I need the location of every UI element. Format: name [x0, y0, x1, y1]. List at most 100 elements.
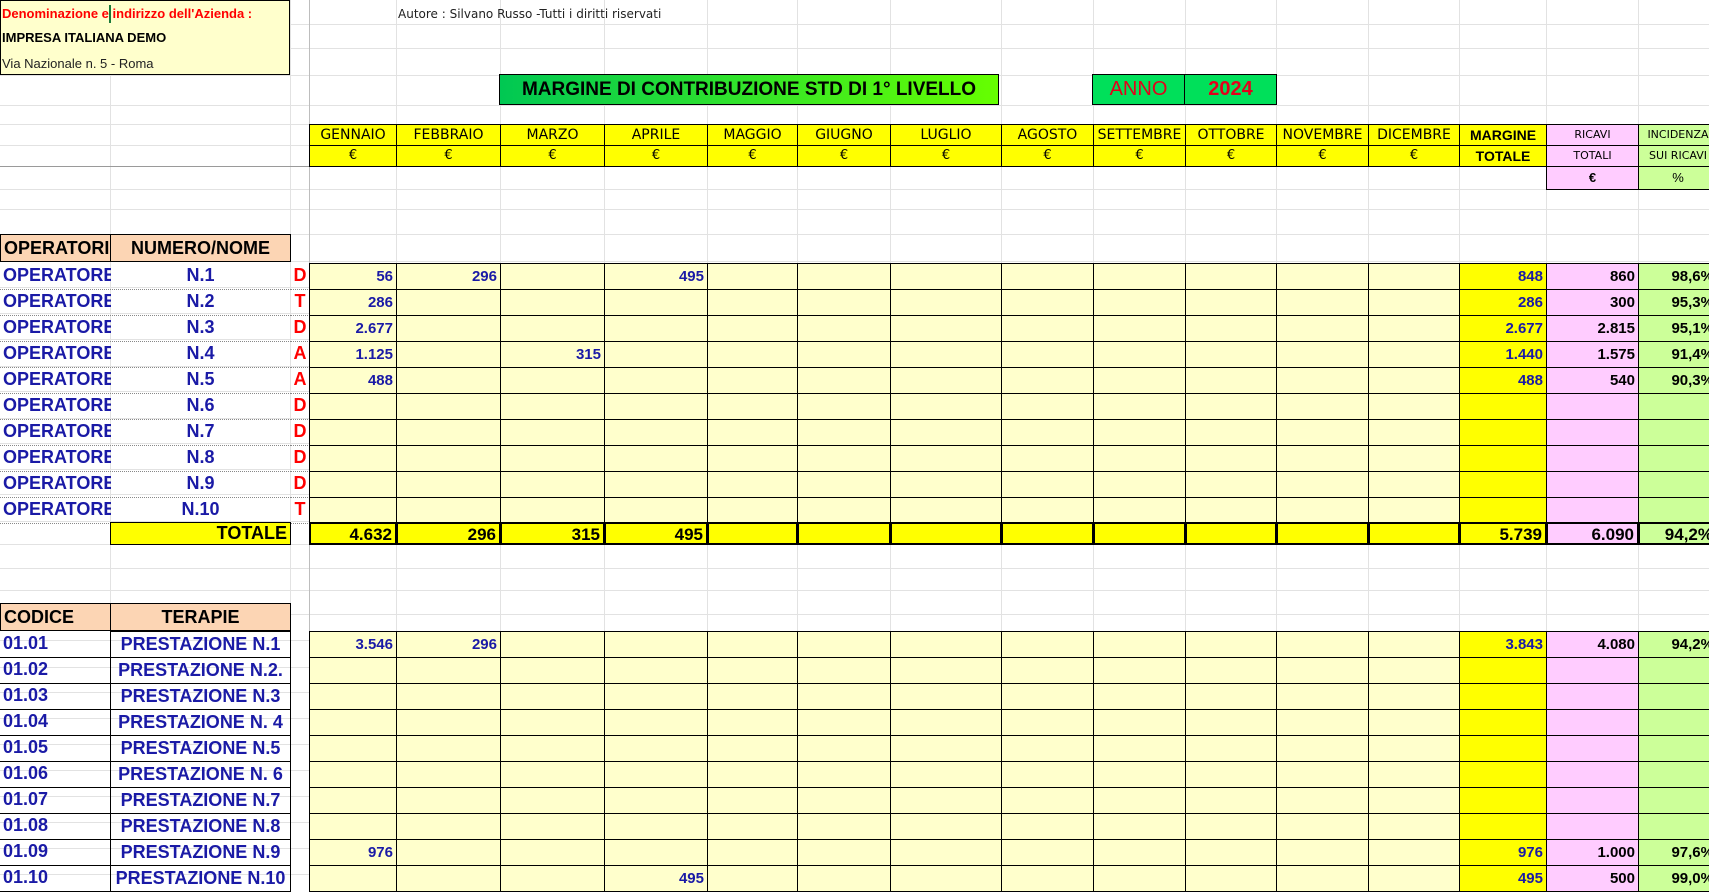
therapy-month-cell[interactable]	[500, 813, 605, 840]
operator-month-cell[interactable]	[396, 497, 501, 524]
therapy-month-cell[interactable]	[1185, 657, 1277, 684]
operator-month-cell[interactable]: 315	[500, 341, 605, 368]
operator-month-cell[interactable]	[500, 315, 605, 342]
therapy-month-cell[interactable]	[604, 839, 708, 866]
therapy-month-cell[interactable]	[1276, 709, 1369, 736]
operator-month-cell[interactable]	[396, 419, 501, 446]
therapy-month-cell[interactable]	[309, 787, 397, 814]
operator-month-cell[interactable]	[1276, 393, 1369, 420]
operator-month-cell[interactable]	[890, 393, 1002, 420]
therapy-month-cell[interactable]	[1001, 865, 1094, 892]
operator-month-cell[interactable]	[1368, 263, 1460, 290]
operator-month-cell[interactable]	[797, 289, 891, 316]
therapy-month-cell[interactable]	[797, 761, 891, 788]
operator-month-cell[interactable]	[1185, 497, 1277, 524]
operator-month-cell[interactable]	[1185, 341, 1277, 368]
operator-month-cell[interactable]	[500, 471, 605, 498]
therapy-month-cell[interactable]	[1185, 839, 1277, 866]
operator-month-cell[interactable]	[890, 289, 1002, 316]
operator-month-cell[interactable]	[604, 393, 708, 420]
therapy-month-cell[interactable]	[500, 735, 605, 762]
operator-month-cell[interactable]	[1093, 419, 1186, 446]
operator-month-cell[interactable]	[1276, 471, 1369, 498]
therapy-month-cell[interactable]	[1185, 709, 1277, 736]
operator-month-cell[interactable]	[1276, 497, 1369, 524]
therapy-month-cell[interactable]	[396, 657, 501, 684]
operator-month-cell[interactable]	[797, 367, 891, 394]
operator-mark[interactable]: A	[290, 367, 310, 394]
operator-month-cell[interactable]	[707, 263, 798, 290]
operator-month-cell[interactable]	[604, 419, 708, 446]
therapy-month-cell[interactable]	[707, 657, 798, 684]
operator-month-cell[interactable]	[1185, 471, 1277, 498]
therapy-month-cell[interactable]	[309, 865, 397, 892]
therapy-month-cell[interactable]	[890, 865, 1002, 892]
therapy-month-cell[interactable]	[396, 813, 501, 840]
operator-month-cell[interactable]	[1093, 315, 1186, 342]
therapy-month-cell[interactable]	[500, 865, 605, 892]
therapy-month-cell[interactable]	[1368, 683, 1460, 710]
operator-month-cell[interactable]: 286	[309, 289, 397, 316]
therapy-month-cell[interactable]	[604, 683, 708, 710]
operator-month-cell[interactable]	[1001, 341, 1094, 368]
therapy-month-cell[interactable]	[890, 657, 1002, 684]
operator-month-cell[interactable]	[1093, 263, 1186, 290]
therapy-month-cell[interactable]	[1093, 839, 1186, 866]
operator-month-cell[interactable]	[604, 445, 708, 472]
therapy-month-cell[interactable]	[604, 657, 708, 684]
operator-month-cell[interactable]	[1001, 315, 1094, 342]
operator-month-cell[interactable]	[890, 263, 1002, 290]
operator-month-cell[interactable]	[500, 497, 605, 524]
therapy-month-cell[interactable]	[797, 631, 891, 658]
operator-month-cell[interactable]	[1093, 445, 1186, 472]
operator-month-cell[interactable]	[1368, 367, 1460, 394]
operator-mark[interactable]: D	[290, 445, 310, 472]
therapy-month-cell[interactable]	[890, 709, 1002, 736]
operator-mark[interactable]: D	[290, 263, 310, 290]
therapy-month-cell[interactable]	[1368, 631, 1460, 658]
operator-mark[interactable]: D	[290, 393, 310, 420]
operator-month-cell[interactable]	[1276, 289, 1369, 316]
therapy-month-cell[interactable]	[1185, 865, 1277, 892]
operator-month-cell[interactable]	[797, 341, 891, 368]
therapy-month-cell[interactable]	[797, 683, 891, 710]
therapy-month-cell[interactable]	[1001, 657, 1094, 684]
therapy-month-cell[interactable]	[396, 709, 501, 736]
operator-month-cell[interactable]	[309, 393, 397, 420]
therapy-month-cell[interactable]	[707, 761, 798, 788]
therapy-month-cell[interactable]	[1093, 657, 1186, 684]
operator-month-cell[interactable]	[797, 445, 891, 472]
therapy-month-cell[interactable]	[309, 657, 397, 684]
therapy-month-cell[interactable]	[604, 787, 708, 814]
operator-month-cell[interactable]	[707, 393, 798, 420]
operator-month-cell[interactable]	[1368, 497, 1460, 524]
therapy-month-cell[interactable]	[707, 865, 798, 892]
operator-month-cell[interactable]	[797, 419, 891, 446]
therapy-month-cell[interactable]	[1276, 631, 1369, 658]
therapy-month-cell[interactable]	[309, 735, 397, 762]
therapy-month-cell[interactable]	[797, 735, 891, 762]
operator-month-cell[interactable]	[707, 289, 798, 316]
therapy-month-cell[interactable]	[890, 683, 1002, 710]
therapy-month-cell[interactable]: 495	[604, 865, 708, 892]
operator-month-cell[interactable]	[1093, 341, 1186, 368]
operator-month-cell[interactable]	[309, 471, 397, 498]
operator-mark[interactable]: T	[290, 289, 310, 316]
operator-month-cell[interactable]	[1276, 419, 1369, 446]
operator-month-cell[interactable]	[1001, 497, 1094, 524]
therapy-month-cell[interactable]	[1093, 683, 1186, 710]
operator-month-cell[interactable]	[707, 471, 798, 498]
operator-month-cell[interactable]	[1185, 289, 1277, 316]
therapy-month-cell[interactable]	[604, 631, 708, 658]
operator-month-cell[interactable]	[1093, 471, 1186, 498]
operator-mark[interactable]: D	[290, 471, 310, 498]
therapy-month-cell[interactable]	[890, 839, 1002, 866]
therapy-month-cell[interactable]	[1001, 631, 1094, 658]
operator-month-cell[interactable]	[1001, 419, 1094, 446]
therapy-month-cell[interactable]	[890, 813, 1002, 840]
operator-month-cell[interactable]	[309, 497, 397, 524]
operator-month-cell[interactable]: 1.125	[309, 341, 397, 368]
operator-month-cell[interactable]	[1001, 263, 1094, 290]
therapy-month-cell[interactable]	[890, 735, 1002, 762]
operator-mark[interactable]: T	[290, 497, 310, 524]
